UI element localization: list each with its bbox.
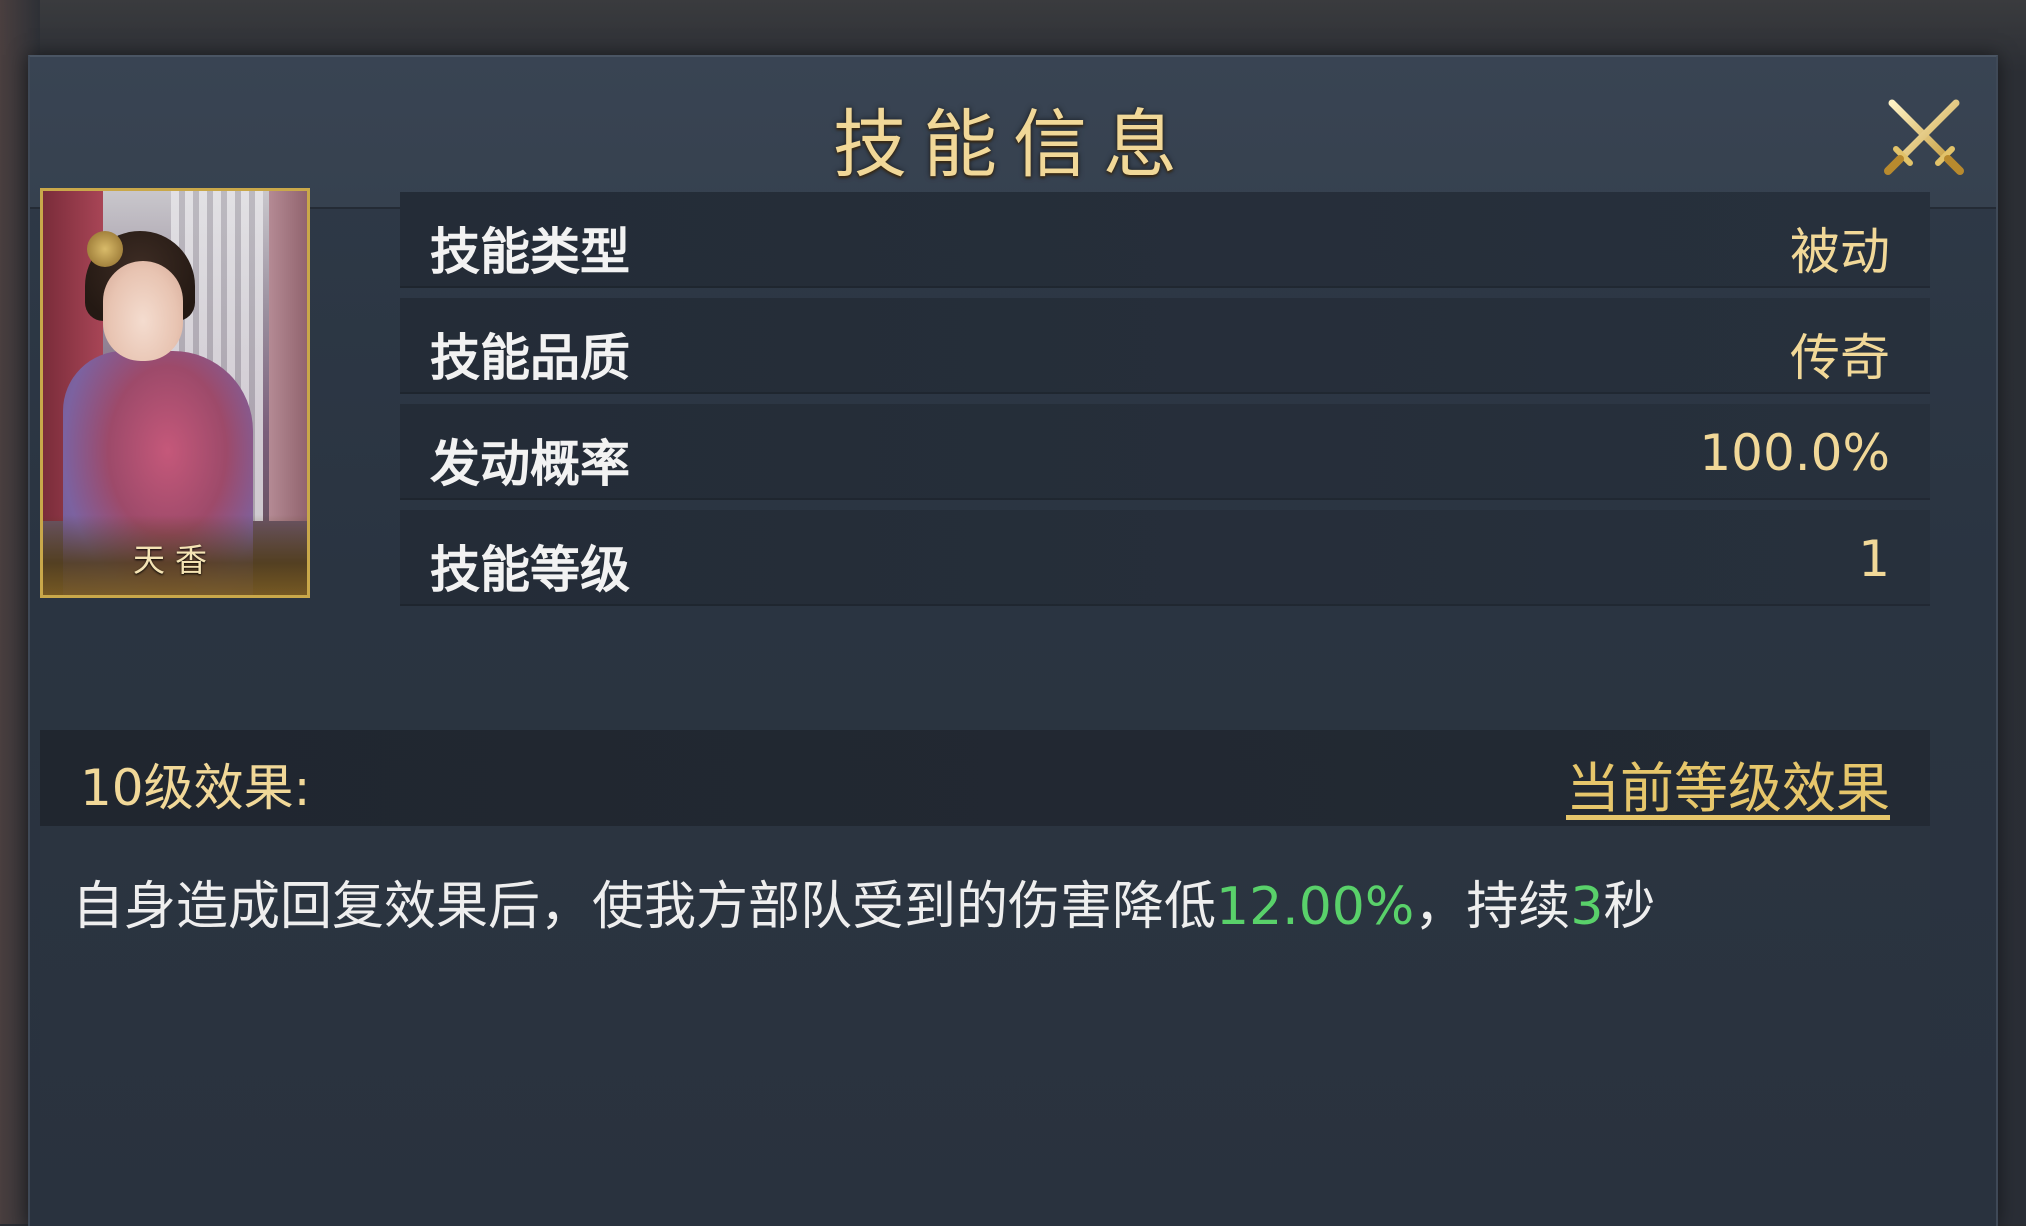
hero-portrait-card[interactable]: 天香	[40, 188, 310, 598]
row-value: 100.0%	[1699, 424, 1890, 482]
effect-text-part: 秒	[1603, 877, 1656, 937]
current-level-effect-link[interactable]: 当前等级效果	[1566, 744, 1890, 823]
row-label: 技能等级	[430, 541, 630, 599]
skill-type-row: 技能类型 被动	[400, 192, 1930, 288]
damage-reduction-value: 12.00%	[1216, 877, 1415, 937]
row-label: 发动概率	[430, 435, 630, 493]
skill-quality-row: 技能品质 传奇	[400, 298, 1930, 394]
trigger-rate-row: 发动概率 100.0%	[400, 404, 1930, 500]
hairpin-ornament	[87, 231, 123, 267]
row-value: 1	[1858, 530, 1890, 588]
row-label: 技能类型	[430, 223, 630, 281]
crossed-swords-icon	[1884, 99, 1964, 175]
row-value: 传奇	[1790, 329, 1890, 387]
effect-text-part: ，持续	[1414, 877, 1571, 937]
row-label: 技能品质	[430, 329, 630, 387]
effect-header: 10级效果: 当前等级效果	[40, 730, 1930, 826]
effect-description: 自身造成回复效果后，使我方部队受到的伤害降低12.00%，持续3秒	[72, 864, 1655, 939]
portrait-figure-face	[103, 261, 183, 361]
portrait-background-pillar	[269, 191, 307, 521]
duration-value: 3	[1570, 877, 1604, 937]
dialog-header: 技能信息	[30, 57, 1996, 209]
row-value: 被动	[1790, 223, 1890, 281]
skill-level-row: 技能等级 1	[400, 510, 1930, 606]
dialog-title: 技能信息	[833, 102, 1193, 188]
effect-text-part: 自身造成回复效果后，使我方部队受到的伤害降低	[72, 877, 1217, 937]
max-level-effect-label: 10级效果:	[80, 759, 311, 817]
skill-attributes-table: 技能类型 被动 技能品质 传奇 发动概率 100.0% 技能等级 1	[400, 192, 1930, 616]
close-button[interactable]	[1882, 93, 1966, 177]
hero-name: 天香	[132, 541, 217, 579]
